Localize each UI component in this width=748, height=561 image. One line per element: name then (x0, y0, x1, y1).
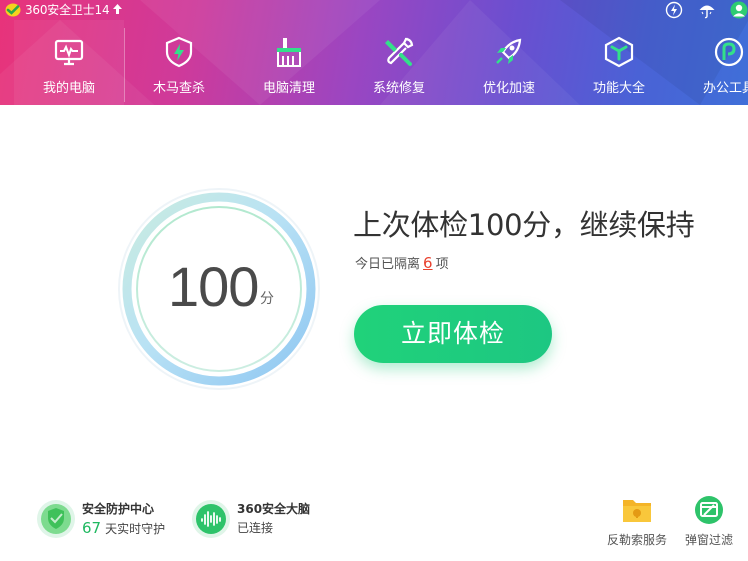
brain-waveform-icon (192, 500, 230, 538)
umbrella-icon[interactable] (698, 1, 716, 19)
wrench-icon (385, 37, 414, 66)
main-nav: 我的电脑 木马查杀 电脑清理 系统修复 优化加速 功能大全 办公工 (0, 20, 748, 105)
nav-item-optimize[interactable]: 优化加速 (454, 20, 564, 105)
nav-label: 优化加速 (482, 81, 535, 96)
update-arrow-icon[interactable] (112, 3, 123, 15)
anti-ransomware-tool[interactable]: 反勒索服务 (602, 495, 672, 548)
nav-label: 办公工具 (702, 81, 748, 96)
checkup-headline: 上次体检100分，继续保持 (353, 208, 695, 242)
security-brain[interactable]: 360安全大脑 已连接 (191, 497, 321, 541)
protection-center[interactable]: 安全防护中心 67 天实时守护 (36, 497, 176, 541)
quarantine-count-link[interactable]: 6 (423, 254, 433, 272)
app-title: 360安全卫士14 (25, 3, 110, 17)
protection-title: 安全防护中心 (82, 502, 155, 516)
start-checkup-button[interactable]: 立即体检 (354, 305, 552, 363)
nav-item-system-repair[interactable]: 系统修复 (344, 20, 454, 105)
nav-item-pc-cleanup[interactable]: 电脑清理 (234, 20, 344, 105)
protection-days: 67 天实时守护 (82, 520, 165, 537)
quarantine-summary: 今日已隔离 6 项 (355, 254, 449, 274)
quarantine-suffix: 项 (435, 257, 449, 272)
popup-filter-tool[interactable]: 弹窗过滤 (674, 495, 744, 548)
title-bar: 360安全卫士14 (0, 0, 748, 20)
broom-icon (277, 38, 301, 67)
nav-item-my-computer[interactable]: 我的电脑 (14, 20, 124, 105)
nav-label: 功能大全 (592, 81, 645, 96)
brain-title: 360安全大脑 (237, 502, 311, 516)
user-avatar-icon[interactable] (730, 1, 748, 19)
brain-status: 已连接 (237, 521, 274, 535)
nav-label: 电脑清理 (262, 81, 315, 96)
shield-bolt-icon (165, 36, 193, 68)
shield-icon (37, 500, 75, 538)
protection-days-suffix: 天实时守护 (105, 522, 166, 536)
lightning-icon[interactable] (665, 1, 683, 19)
nav-item-trojan-scan[interactable]: 木马查杀 (124, 20, 234, 105)
rocket-icon (496, 38, 522, 64)
folder-lock-icon (623, 500, 651, 522)
popup-block-icon (695, 496, 723, 524)
nav-label: 木马查杀 (152, 81, 205, 96)
header-bar: 360安全卫士14 我的电脑 木马查杀 电脑清理 系统修复 优化加速 功能大全 … (0, 0, 748, 105)
office-icon (714, 37, 744, 67)
quarantine-prefix: 今日已隔离 (355, 257, 421, 272)
protection-days-count: 67 (82, 519, 102, 537)
tool-label: 反勒索服务 (606, 533, 667, 547)
app-logo-icon (5, 3, 21, 17)
nav-item-office-tools[interactable]: 办公工具 (674, 20, 748, 105)
nav-label: 我的电脑 (42, 81, 95, 96)
nav-item-all-features[interactable]: 功能大全 (564, 20, 674, 105)
nav-label: 系统修复 (372, 81, 425, 96)
score-unit: 分 (260, 291, 274, 307)
monitor-icon (54, 39, 84, 66)
health-score: 100 (168, 255, 259, 318)
cube-icon (604, 36, 634, 68)
tool-label: 弹窗过滤 (684, 533, 733, 547)
